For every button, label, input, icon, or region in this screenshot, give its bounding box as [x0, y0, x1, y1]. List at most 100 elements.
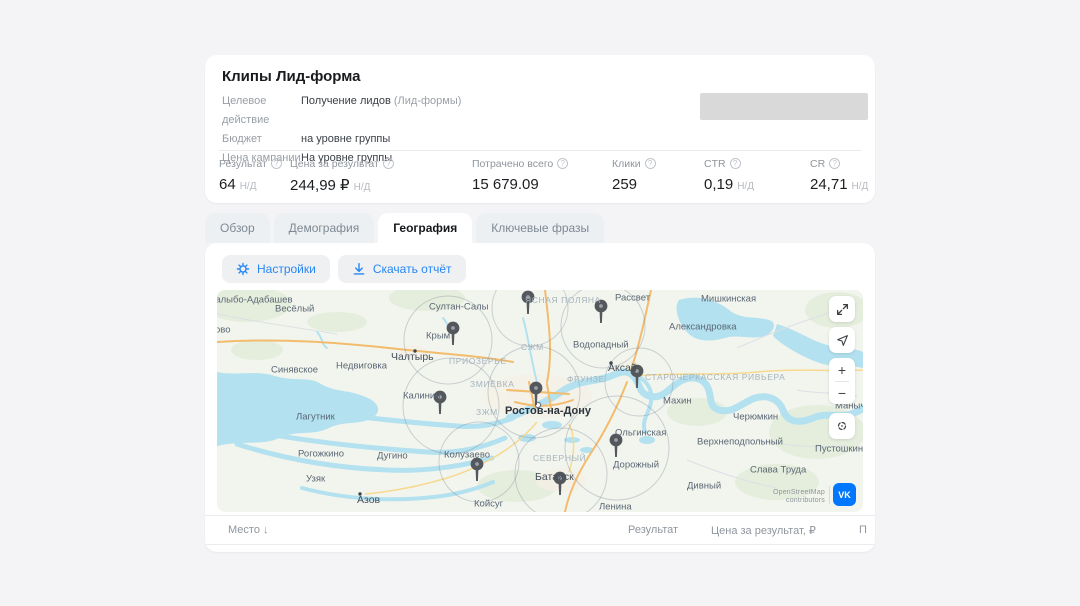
column-header-3[interactable]: Цена за результат, ₽	[711, 524, 859, 537]
metric-value-number: 24,71	[810, 176, 848, 193]
metric-value: 64 Н/Д	[219, 176, 290, 193]
metric-value: 0,19Н/Д	[704, 176, 810, 193]
metric-value: 259	[612, 176, 704, 193]
download-button-label: Скачать отчёт	[373, 262, 452, 276]
gear-icon	[236, 262, 250, 276]
marker-dot	[534, 386, 538, 390]
marker-dot	[614, 438, 618, 442]
map-marker[interactable]	[434, 391, 447, 414]
divider	[829, 486, 830, 504]
field-budget: Бюджет на уровне группы	[222, 130, 858, 149]
metric-label: CR?	[810, 157, 868, 170]
map-marker[interactable]	[554, 472, 567, 495]
metric-label-text: Результат	[219, 158, 267, 170]
metric-value: 24,71Н/Д	[810, 176, 868, 193]
geo-table-header: Место ↓РезультатЦена за результат, ₽П	[205, 515, 875, 545]
radius-circle	[515, 428, 607, 512]
map-marker[interactable]	[471, 458, 484, 481]
radius-circle	[605, 348, 673, 416]
marker-dot	[599, 304, 603, 308]
metric-label: Цена за результат?	[290, 157, 472, 170]
column-header-2[interactable]: Результат	[628, 524, 711, 536]
radius-circle	[403, 358, 499, 454]
marker-dot	[475, 462, 479, 466]
report-toolbar: Настройки Скачать отчёт	[222, 255, 466, 283]
map-navigate-button[interactable]	[829, 327, 855, 353]
vk-logo[interactable]: VK	[833, 483, 856, 506]
locate-button[interactable]	[829, 413, 855, 439]
help-icon[interactable]: ?	[271, 158, 282, 169]
redacted-block	[700, 93, 868, 120]
metric-value-suffix: Н/Д	[240, 181, 257, 192]
metric: CR? 24,71Н/Д	[810, 157, 868, 194]
help-icon[interactable]: ?	[730, 158, 741, 169]
field-label: Целевое действие	[222, 92, 301, 130]
metric: Цена за результат? 244,99 ₽ Н/Д	[290, 157, 472, 194]
metric: Потрачено всего? 15 679.09	[472, 157, 612, 194]
field-note: (Лид-формы)	[394, 92, 462, 130]
download-report-button[interactable]: Скачать отчёт	[338, 255, 466, 283]
help-icon[interactable]: ?	[557, 158, 568, 169]
metric-label-text: Цена за результат	[290, 158, 379, 170]
metric-value-suffix: Н/Д	[354, 182, 371, 193]
help-icon[interactable]: ?	[383, 158, 394, 169]
locate-icon	[835, 419, 849, 433]
metric-label-text: CTR	[704, 158, 726, 170]
metric-label-text: Потрачено всего	[472, 158, 553, 170]
metric-label: Клики?	[612, 157, 704, 170]
map-marker[interactable]	[522, 291, 535, 314]
field-label: Бюджет	[222, 130, 301, 149]
page-title: Клипы Лид-форма	[205, 55, 875, 86]
metric-label: Потрачено всего?	[472, 157, 612, 170]
metric-label-text: CR	[810, 158, 825, 170]
column-header-1[interactable]: Место ↓	[228, 524, 628, 536]
divider	[219, 150, 861, 151]
map-expand-button[interactable]	[829, 296, 855, 322]
map-attribution[interactable]: OpenStreetMap contributors	[773, 489, 825, 505]
field-value: на уровне группы	[301, 130, 390, 149]
metrics-row: Результат? 64 Н/Д Цена за результат? 244,99 …	[219, 157, 865, 194]
zoom-out-button[interactable]: −	[829, 382, 855, 404]
field-value: Получение лидов	[301, 92, 391, 130]
place-dot	[609, 361, 612, 364]
map-canvas[interactable]: Халыбо-АдабашевВесёлыйовоСултан-СалыКрым…	[217, 290, 863, 512]
map-marker[interactable]	[530, 382, 543, 405]
metric-value-number: 244,99 ₽	[290, 176, 350, 194]
tab-3[interactable]: География	[378, 213, 472, 243]
map-marker[interactable]	[447, 322, 460, 345]
map-marker[interactable]	[595, 300, 608, 323]
attribution-line: contributors	[773, 497, 825, 505]
place-dot	[413, 349, 416, 352]
help-icon[interactable]: ?	[645, 158, 656, 169]
marker-dot	[558, 476, 562, 480]
tab-1[interactable]: Обзор	[205, 213, 270, 243]
marker-dot	[635, 369, 639, 373]
campaign-summary-card: Клипы Лид-форма Целевое действие Получен…	[205, 55, 875, 203]
geography-report-card: Настройки Скачать отчёт	[205, 243, 875, 552]
marker-dot	[526, 295, 530, 299]
settings-button[interactable]: Настройки	[222, 255, 330, 283]
place-dot	[358, 492, 361, 495]
expand-icon	[836, 303, 849, 316]
metric: Результат? 64 Н/Д	[219, 157, 290, 194]
metric-label-text: Клики	[612, 158, 641, 170]
tab-4[interactable]: Ключевые фразы	[476, 213, 604, 243]
radius-circle	[404, 296, 492, 384]
help-icon[interactable]: ?	[829, 158, 840, 169]
map-zoom-control: + −	[829, 358, 855, 404]
tab-2[interactable]: Демография	[274, 213, 375, 243]
zoom-in-button[interactable]: +	[829, 359, 855, 381]
report-tabs: ОбзорДемографияГеографияКлючевые фразы	[205, 213, 604, 243]
map-marker[interactable]	[610, 434, 623, 457]
map-marker[interactable]	[631, 365, 644, 388]
navigate-icon	[836, 334, 849, 347]
metric: CTR? 0,19Н/Д	[704, 157, 810, 194]
map-data-layer	[217, 290, 863, 512]
metric-value-number: 15 679.09	[472, 176, 539, 193]
metric-value-suffix: Н/Д	[737, 181, 754, 192]
metric-value-number: 64	[219, 176, 236, 193]
metric-label: CTR?	[704, 157, 810, 170]
marker-dot	[438, 395, 442, 399]
metric-value: 15 679.09	[472, 176, 612, 193]
column-header-4[interactable]: П	[859, 524, 875, 536]
